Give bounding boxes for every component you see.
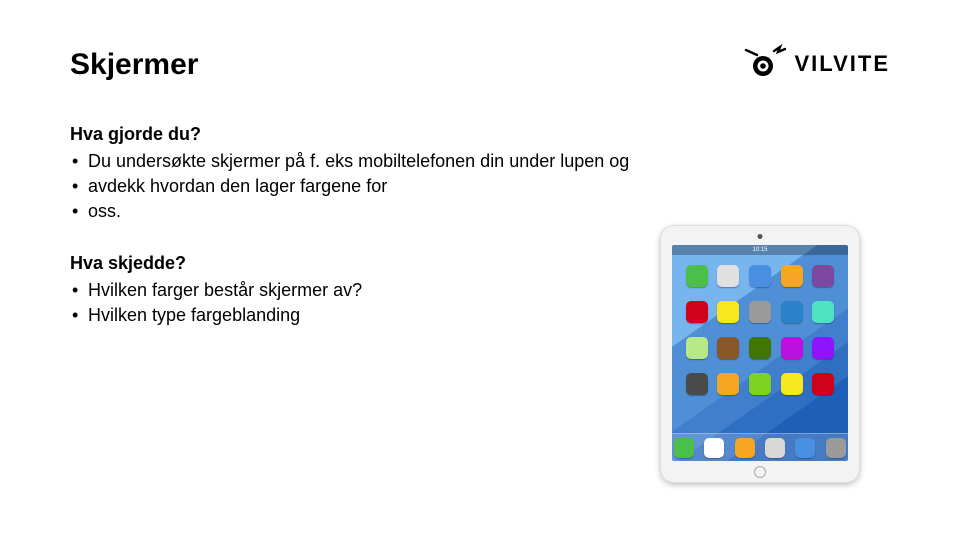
dock-icon — [704, 438, 724, 458]
app-icon — [749, 337, 771, 359]
app-icon — [686, 337, 708, 359]
dock-icon — [735, 438, 755, 458]
list-item: Du undersøkte skjermer på f. eks mobilte… — [70, 149, 890, 174]
app-icon — [686, 265, 708, 287]
list-item: avdekk hvordan den lager fargene for — [70, 174, 890, 199]
tablet-screen: 10:15 — [672, 245, 848, 461]
app-icon — [717, 265, 739, 287]
app-icon — [749, 265, 771, 287]
tablet-image: 10:15 — [660, 225, 860, 483]
app-icon — [781, 373, 803, 395]
app-icon — [812, 301, 834, 323]
app-icon — [749, 373, 771, 395]
camera-icon — [758, 234, 763, 239]
app-grid — [672, 265, 848, 401]
app-icon — [812, 337, 834, 359]
app-icon — [749, 301, 771, 323]
brand-logo-text: VILVITE — [795, 51, 891, 77]
app-icon — [781, 265, 803, 287]
dock-icon — [765, 438, 785, 458]
clock-text: 10:15 — [752, 247, 767, 253]
app-icon — [812, 265, 834, 287]
dock-icon — [795, 438, 815, 458]
slide: VILVITE Skjermer Hva gjorde du? Du under… — [0, 0, 960, 540]
brand-logo: VILVITE — [743, 44, 891, 83]
app-icon — [686, 373, 708, 395]
dock-icon — [826, 438, 846, 458]
app-icon — [717, 337, 739, 359]
app-icon — [812, 373, 834, 395]
app-icon — [781, 337, 803, 359]
list-item: oss. — [70, 199, 890, 224]
eye-bolt-icon — [743, 44, 787, 83]
dock-icon — [674, 438, 694, 458]
dock — [672, 433, 848, 461]
app-icon — [781, 301, 803, 323]
app-icon — [717, 373, 739, 395]
section1-heading: Hva gjorde du? — [70, 124, 890, 145]
section1-list: Du undersøkte skjermer på f. eks mobilte… — [70, 149, 890, 225]
app-icon — [686, 301, 708, 323]
app-icon — [717, 301, 739, 323]
home-button-icon — [754, 466, 766, 478]
status-bar: 10:15 — [672, 245, 848, 255]
